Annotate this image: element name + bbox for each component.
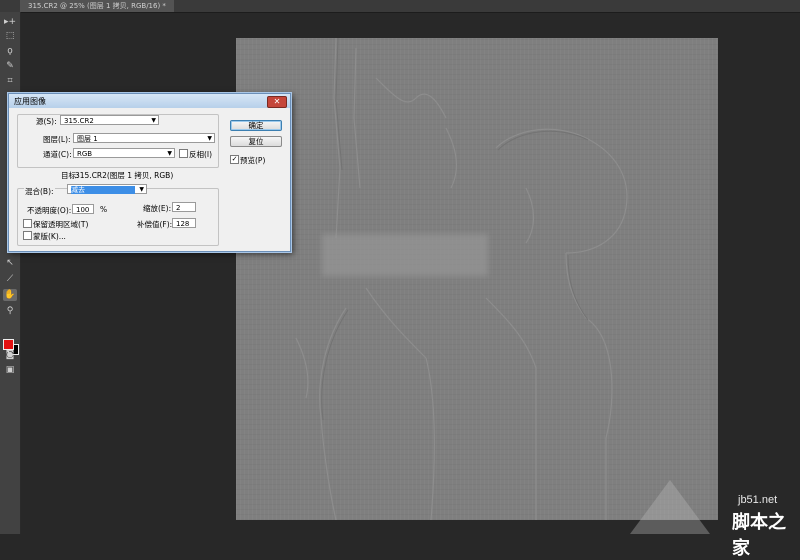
foreground-color-swatch[interactable]: [3, 339, 14, 350]
source-select[interactable]: 315.CR2 ▼: [60, 115, 159, 125]
offset-input[interactable]: 128: [172, 218, 196, 228]
tools-panel: ▸+ ⬚ ϙ ✎ ⌗ ↖ ⟋ ✋ ⚲ ◙ ▣: [0, 12, 21, 534]
document-tab-bar: 315.CR2 @ 25% (图层 1 拷贝, RGB/16) *: [0, 0, 800, 13]
watermark-triangle-icon: [630, 480, 710, 534]
blend-mode-select[interactable]: 减去 ▼: [67, 184, 147, 194]
preserve-transparency-label: 保留透明区域(T): [33, 220, 89, 229]
chevron-down-icon: ▼: [139, 186, 144, 193]
dialog-title: 应用图像: [14, 97, 46, 106]
source-label: 源(S):: [36, 117, 57, 126]
mask-label: 蒙版(K)...: [33, 232, 66, 241]
opacity-unit: %: [100, 205, 108, 214]
preview-checkbox[interactable]: ✓: [230, 155, 239, 164]
lasso-tool-icon[interactable]: ϙ: [3, 45, 17, 57]
line-tool-icon[interactable]: ⟋: [3, 273, 17, 285]
mask-checkbox[interactable]: [23, 231, 32, 240]
opacity-input[interactable]: 100: [72, 204, 94, 214]
chevron-down-icon: ▼: [151, 117, 156, 124]
scale-input[interactable]: 2: [172, 202, 196, 212]
watermark-site-name: 脚本之家: [732, 512, 786, 559]
target-value: 315.CR2(图层 1 拷贝, RGB): [75, 171, 174, 180]
chevron-down-icon: ▼: [167, 150, 172, 157]
screen-mode-icon[interactable]: ▣: [3, 364, 17, 376]
document-canvas[interactable]: [236, 38, 718, 520]
apply-image-dialog: 应用图像 ✕ 源(S): 315.CR2 ▼ 图层(L): 图层 1 ▼ 通道(…: [8, 93, 291, 252]
dialog-titlebar[interactable]: 应用图像 ✕: [9, 94, 290, 108]
channel-select[interactable]: RGB ▼: [73, 148, 175, 158]
zoom-tool-icon[interactable]: ⚲: [3, 305, 17, 317]
invert-checkbox[interactable]: [179, 149, 188, 158]
invert-label: 反相(I): [189, 150, 213, 159]
preview-label: 预览(P): [240, 156, 266, 165]
blurred-region: [322, 234, 488, 276]
quick-select-tool-icon[interactable]: ✎: [3, 60, 17, 72]
move-tool-icon[interactable]: ▸+: [3, 16, 17, 28]
layer-label: 图层(L):: [43, 135, 71, 144]
channel-label: 通道(C):: [43, 150, 72, 159]
ok-button[interactable]: 确定: [230, 120, 282, 131]
preserve-transparency-checkbox[interactable]: [23, 219, 32, 228]
reset-button[interactable]: 复位: [230, 136, 282, 147]
layer-select[interactable]: 图层 1 ▼: [73, 133, 215, 143]
layer-value: 图层 1: [77, 135, 98, 143]
offset-label: 补偿值(F):: [137, 220, 173, 229]
blend-label: 混合(B):: [24, 186, 55, 197]
document-tab[interactable]: 315.CR2 @ 25% (图层 1 拷贝, RGB/16) *: [20, 0, 174, 12]
checkmark-icon: ✓: [231, 155, 238, 163]
watermark-url: jb51.net: [738, 494, 778, 506]
chevron-down-icon: ▼: [207, 135, 212, 142]
hand-tool-icon[interactable]: ✋: [3, 289, 17, 301]
quick-mask-icon[interactable]: ◙: [3, 349, 17, 361]
marquee-tool-icon[interactable]: ⬚: [3, 30, 17, 42]
scale-label: 缩放(E):: [143, 204, 172, 213]
blend-mode-value: 减去: [71, 186, 135, 194]
watermark: jb51.net 脚本之家: [630, 480, 800, 559]
channel-value: RGB: [77, 150, 93, 158]
close-icon[interactable]: ✕: [267, 96, 287, 108]
crop-tool-icon[interactable]: ⌗: [3, 75, 17, 87]
path-select-tool-icon[interactable]: ↖: [3, 257, 17, 269]
opacity-label: 不透明度(O):: [27, 206, 72, 215]
embossed-image-icon: [295, 38, 628, 520]
source-value: 315.CR2: [64, 117, 94, 125]
